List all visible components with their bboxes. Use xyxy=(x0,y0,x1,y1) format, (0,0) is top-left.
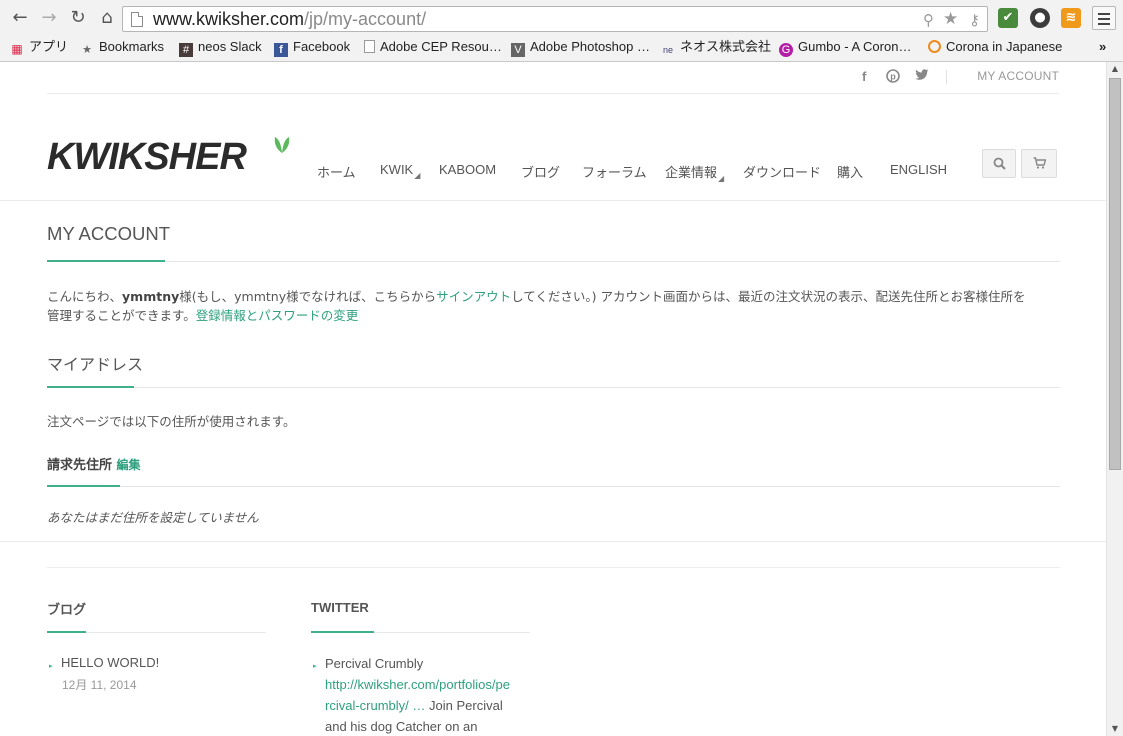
account-intro: こんにちわ、ymmtny様(もし、ymmtny様でなければ、こちらからサインアウ… xyxy=(47,289,1026,323)
tweet-link[interactable]: http://kwiksher.com/portfolios/pe xyxy=(325,677,510,692)
bookmark-facebook[interactable]: f Facebook xyxy=(274,38,350,57)
facebook-icon: f xyxy=(274,43,288,57)
bookmarks-overflow-icon[interactable]: » xyxy=(1099,38,1106,56)
billing-title: 請求先住所 xyxy=(47,458,113,473)
nav-kaboom[interactable]: KABOOM xyxy=(439,162,496,177)
topbar-separator xyxy=(946,70,947,84)
cart-icon xyxy=(1033,157,1046,169)
search-icon xyxy=(993,157,1006,170)
cart-button[interactable] xyxy=(1021,149,1057,178)
page-icon xyxy=(364,40,375,53)
twitter-icon[interactable] xyxy=(915,69,929,84)
svg-text:p: p xyxy=(890,72,896,82)
username: ymmtny xyxy=(122,289,180,304)
twitter-widget-title: TWITTER xyxy=(311,600,369,615)
blog-widget-accent xyxy=(47,631,86,633)
dropdown-caret-icon: ◢ xyxy=(414,171,421,180)
bookmark-adobe-cep[interactable]: Adobe CEP Resou… xyxy=(364,38,502,56)
nav-company[interactable]: 企業情報◢ xyxy=(665,162,724,183)
key-icon[interactable]: ⚷ xyxy=(969,11,980,29)
forward-icon[interactable]: → xyxy=(38,7,60,29)
billing-empty-message: あなたはまだ住所を設定していません xyxy=(47,510,259,525)
browser-toolbar: ← → ↻ ⌂ www.kwiksher.com/jp/my-account/ … xyxy=(0,0,1123,36)
chrome-menu-icon[interactable] xyxy=(1092,6,1116,30)
page-icon xyxy=(131,12,143,27)
scroll-down-icon[interactable]: ▼ xyxy=(1107,722,1123,736)
header-divider xyxy=(0,200,1106,201)
edit-account-link[interactable]: 登録情報とパスワードの変更 xyxy=(196,308,359,323)
billing-accent-rule xyxy=(47,485,120,487)
facebook-icon[interactable]: f xyxy=(862,69,866,84)
back-icon[interactable]: ← xyxy=(9,7,31,29)
address-bar[interactable]: www.kwiksher.com/jp/my-account/ ⚲ ★ ⚷ xyxy=(122,6,988,32)
bookmark-corona-jp[interactable]: Corona in Japanese xyxy=(928,38,1062,56)
nav-forum[interactable]: フォーラム xyxy=(582,162,647,181)
nav-english[interactable]: ENGLISH xyxy=(890,162,947,177)
gumbo-icon: G xyxy=(779,43,793,57)
billing-rule xyxy=(47,486,1060,487)
evernote-icon[interactable]: ● xyxy=(1030,8,1050,28)
bookmark-neos[interactable]: ne ネオス株式会社 xyxy=(661,38,771,56)
search-button[interactable] xyxy=(982,149,1016,178)
signout-link[interactable]: サインアウト xyxy=(436,289,511,304)
tweet-text: Percival Crumbly http://kwiksher.com/por… xyxy=(325,656,510,734)
title-rule xyxy=(47,261,1060,262)
footer-divider xyxy=(0,541,1106,542)
address-section-title: マイアドレス xyxy=(47,357,144,374)
billing-edit-link[interactable]: 編集 xyxy=(117,458,141,472)
slack-icon: # xyxy=(179,43,193,57)
apps-grid-icon: ▦ xyxy=(11,42,23,56)
nav-purchase[interactable]: 購入 xyxy=(837,162,863,181)
pinterest-icon[interactable]: p xyxy=(886,69,900,86)
my-account-link[interactable]: MY ACCOUNT xyxy=(977,69,1059,83)
browser-chrome: ← → ↻ ⌂ www.kwiksher.com/jp/my-account/ … xyxy=(0,0,1123,62)
nav-blog[interactable]: ブログ xyxy=(521,162,560,181)
logo-wordmark: KWIKSHER xyxy=(47,136,247,178)
scroll-up-icon[interactable]: ▲ xyxy=(1107,62,1123,76)
billing-heading: 請求先住所 編集 xyxy=(47,454,1060,473)
bullet-icon: ▸ xyxy=(49,662,53,670)
title-accent-rule xyxy=(47,260,165,262)
site-logo[interactable]: KWIKSHER xyxy=(47,136,292,178)
bookmark-star-icon[interactable]: ★ xyxy=(943,10,958,28)
zoom-icon[interactable]: ⚲ xyxy=(923,11,934,29)
top-utility-bar: f p MY ACCOUNT xyxy=(47,62,1059,94)
bookmark-neos-slack[interactable]: # neos Slack xyxy=(179,38,262,57)
nav-home[interactable]: ホーム xyxy=(317,162,356,181)
tweet-link-cont[interactable]: rcival-crumbly/ … xyxy=(325,698,425,713)
bookmark-apps[interactable]: ▦ アプリ xyxy=(10,38,68,56)
star-icon: ★ xyxy=(82,44,92,56)
address-note: 注文ページでは以下の住所が使用されます。 xyxy=(47,414,296,429)
footer-inner-divider xyxy=(47,567,1060,568)
address-accent-rule xyxy=(47,386,134,388)
leaf-icon xyxy=(274,137,290,153)
evernote-clip-icon[interactable]: ✔ xyxy=(998,8,1018,28)
blog-post-title[interactable]: HELLO WORLD! xyxy=(61,652,159,673)
blog-widget-title: ブログ xyxy=(47,602,87,617)
address-rule xyxy=(47,387,1060,388)
page-scrollbar[interactable]: ▲ ▼ xyxy=(1106,62,1123,736)
page-viewport: f p MY ACCOUNT KWIKSHER ホーム KWIK◢ KABOOM… xyxy=(0,62,1106,736)
bullet-icon: ▸ xyxy=(313,662,317,670)
url-text: www.kwiksher.com/jp/my-account/ xyxy=(153,9,427,29)
scrollbar-thumb[interactable] xyxy=(1109,78,1121,470)
bookmark-bookmarks[interactable]: ★ Bookmarks xyxy=(80,38,164,56)
home-icon[interactable]: ⌂ xyxy=(96,7,118,29)
rss-icon[interactable]: ≋ xyxy=(1061,8,1081,28)
dropdown-caret-icon: ◢ xyxy=(718,174,725,183)
nav-kwik[interactable]: KWIK◢ xyxy=(380,162,420,180)
twitter-widget-accent xyxy=(311,631,374,633)
photoshop-icon: V xyxy=(511,43,525,57)
neos-icon: ne xyxy=(662,45,673,55)
page-title: MY ACCOUNT xyxy=(47,223,171,244)
bookmarks-bar: ▦ アプリ ★ Bookmarks # neos Slack f Facebook Ad… xyxy=(0,36,1123,58)
nav-download[interactable]: ダウンロード xyxy=(743,162,821,181)
bookmark-adobe-photoshop[interactable]: V Adobe Photoshop … xyxy=(511,38,650,57)
blog-post-date: 12月 11, 2014 xyxy=(62,678,137,692)
corona-icon xyxy=(928,40,941,53)
bookmark-gumbo[interactable]: G Gumbo - A Coron… xyxy=(779,38,911,57)
reload-icon[interactable]: ↻ xyxy=(67,7,89,29)
